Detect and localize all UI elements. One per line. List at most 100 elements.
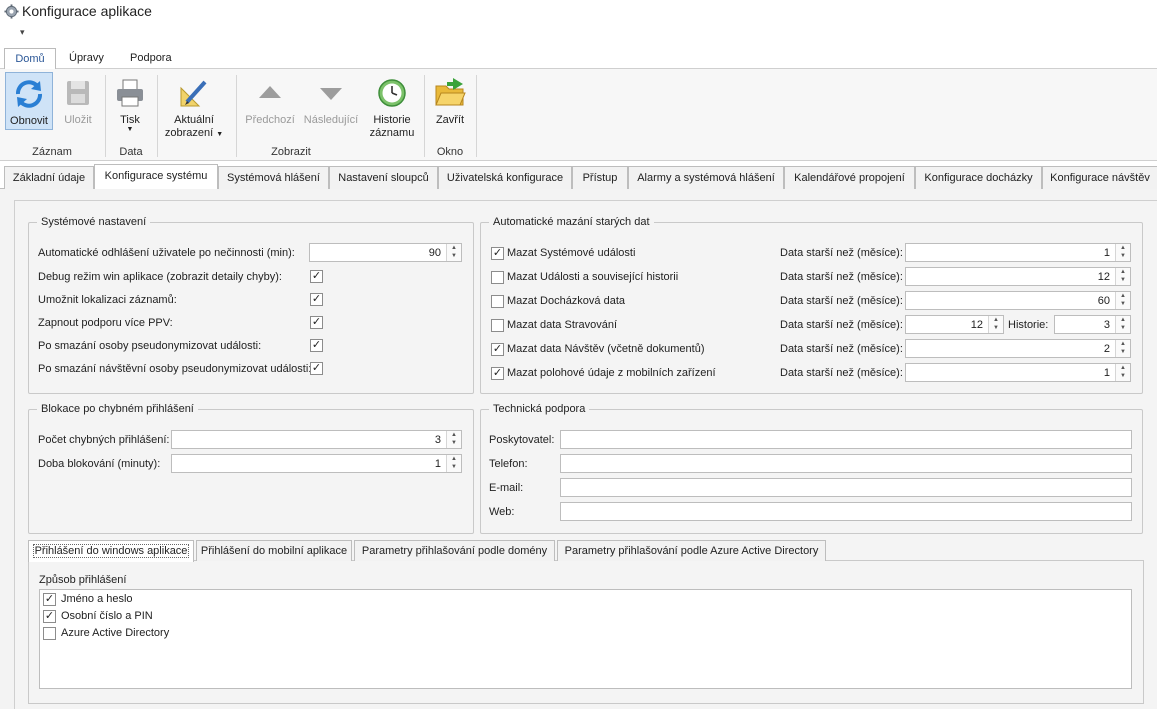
chevron-down-icon: ▼ xyxy=(126,126,134,133)
refresh-button[interactable]: Obnovit xyxy=(5,72,53,130)
print-button[interactable]: Tisk ▼ xyxy=(110,72,150,140)
pseudonymize-person-checkbox[interactable]: ✓ xyxy=(310,339,323,352)
delete-events-history-months[interactable]: 12 ▲ ▼ xyxy=(905,267,1131,286)
failed-attempts-stepper[interactable]: 3 ▲ ▼ xyxy=(171,430,462,449)
tab-mobile-login[interactable]: Přihlášení do mobilní aplikace xyxy=(196,540,352,561)
login-method-label: Způsob přihlášení xyxy=(39,574,127,586)
previous-button[interactable]: Předchozí xyxy=(243,72,297,130)
tab-column-settings[interactable]: Nastavení sloupců xyxy=(329,166,438,189)
spin-down-icon[interactable]: ▼ xyxy=(1116,300,1130,308)
pseudonymize-visitor-checkbox[interactable]: ✓ xyxy=(310,362,323,375)
spin-up-icon[interactable]: ▲ xyxy=(1116,364,1130,372)
provider-field[interactable] xyxy=(560,430,1132,449)
spin-down-icon[interactable]: ▼ xyxy=(1116,252,1130,260)
next-button[interactable]: Následující xyxy=(302,72,360,130)
delete-catering-checkbox[interactable] xyxy=(491,319,504,332)
tab-calendar[interactable]: Kalendářové propojení xyxy=(784,166,915,189)
close-button[interactable]: Zavřít xyxy=(430,72,470,130)
close-label: Zavřít xyxy=(435,114,465,126)
group-separator xyxy=(476,75,477,157)
spin-down-icon[interactable]: ▼ xyxy=(1116,372,1130,380)
spin-buttons[interactable]: ▲ ▼ xyxy=(446,455,461,472)
spin-down-icon[interactable]: ▼ xyxy=(989,324,1003,332)
spin-buttons[interactable]: ▲ ▼ xyxy=(1115,364,1130,381)
spin-buttons[interactable]: ▲ ▼ xyxy=(1115,316,1130,333)
method-name-password-checkbox[interactable]: ✓ xyxy=(43,593,56,606)
current-view-label-line1: Aktuální xyxy=(174,114,214,126)
method-pin-checkbox[interactable]: ✓ xyxy=(43,610,56,623)
delete-attendance-label: Mazat Docházková data xyxy=(507,295,626,307)
spin-down-icon[interactable]: ▼ xyxy=(447,463,461,471)
ribbon-tab-home[interactable]: Domů xyxy=(4,48,56,69)
spin-down-icon[interactable]: ▼ xyxy=(1116,348,1130,356)
method-azure-checkbox[interactable] xyxy=(43,627,56,640)
localization-checkbox[interactable]: ✓ xyxy=(310,293,323,306)
spin-down-icon[interactable]: ▼ xyxy=(1116,324,1130,332)
spin-buttons[interactable]: ▲ ▼ xyxy=(1115,268,1130,285)
spin-up-icon[interactable]: ▲ xyxy=(1116,268,1130,276)
delete-attendance-checkbox[interactable] xyxy=(491,295,504,308)
spin-up-icon[interactable]: ▲ xyxy=(447,431,461,439)
record-history-button[interactable]: Historie záznamu xyxy=(366,72,418,144)
history-clock-icon xyxy=(378,79,406,107)
record-history-label: Historie záznamu xyxy=(366,114,418,140)
spin-buttons[interactable]: ▲ ▼ xyxy=(1115,340,1130,357)
tab-windows-login[interactable]: Přihlášení do windows aplikace xyxy=(28,540,194,562)
spin-up-icon[interactable]: ▲ xyxy=(989,316,1003,324)
multi-ppv-checkbox[interactable]: ✓ xyxy=(310,316,323,329)
delete-attendance-months[interactable]: 60 ▲ ▼ xyxy=(905,291,1131,310)
delete-system-events-months[interactable]: 1 ▲ ▼ xyxy=(905,243,1131,262)
tab-visits-config[interactable]: Konfigurace návštěv xyxy=(1042,166,1157,189)
refresh-label: Obnovit xyxy=(10,115,48,127)
delete-events-history-checkbox[interactable] xyxy=(491,271,504,284)
tab-alarms[interactable]: Alarmy a systémová hlášení xyxy=(628,166,784,189)
tab-user-config[interactable]: Uživatelská konfigurace xyxy=(438,166,572,189)
tab-azure-login[interactable]: Parametry přihlašování podle Azure Activ… xyxy=(557,540,826,561)
tab-system-config[interactable]: Konfigurace systému xyxy=(94,164,218,189)
delete-visits-checkbox[interactable]: ✓ xyxy=(491,343,504,356)
email-field[interactable] xyxy=(560,478,1132,497)
save-button[interactable]: Uložit xyxy=(58,72,98,130)
tab-access[interactable]: Přístup xyxy=(572,166,628,189)
chevron-down-icon: ▼ xyxy=(216,131,224,138)
older-than-label: Data starší než (měsíce): xyxy=(780,367,903,379)
ribbon-tab-edit[interactable]: Úpravy xyxy=(59,48,114,69)
tab-attendance-config[interactable]: Konfigurace docházky xyxy=(915,166,1042,189)
quick-access-toolbar-dropdown[interactable]: ▾ xyxy=(20,27,25,38)
spin-down-icon[interactable]: ▼ xyxy=(1116,276,1130,284)
lockout-duration-label: Doba blokování (minuty): xyxy=(38,458,161,470)
phone-field[interactable] xyxy=(560,454,1132,473)
delete-location-checkbox[interactable]: ✓ xyxy=(491,367,504,380)
web-field[interactable] xyxy=(560,502,1132,521)
spin-up-icon[interactable]: ▲ xyxy=(447,244,461,252)
current-view-button[interactable]: Aktuální zobrazení ▼ xyxy=(163,72,225,140)
lockout-duration-stepper[interactable]: 1 ▲ ▼ xyxy=(171,454,462,473)
ribbon-tab-support[interactable]: Podpora xyxy=(120,48,182,69)
tab-domain-login[interactable]: Parametry přihlašování podle domény xyxy=(354,540,555,561)
delete-catering-history[interactable]: 3 ▲ ▼ xyxy=(1054,315,1131,334)
spin-down-icon[interactable]: ▼ xyxy=(447,252,461,260)
spin-up-icon[interactable]: ▲ xyxy=(1116,292,1130,300)
spin-buttons[interactable]: ▲ ▼ xyxy=(1115,292,1130,309)
method-name-password-label: Jméno a heslo xyxy=(61,593,133,605)
delete-visits-months[interactable]: 2 ▲ ▼ xyxy=(905,339,1131,358)
spin-buttons[interactable]: ▲ ▼ xyxy=(446,431,461,448)
spin-up-icon[interactable]: ▲ xyxy=(1116,340,1130,348)
tab-basic-info[interactable]: Základní údaje xyxy=(4,166,94,189)
spin-buttons[interactable]: ▲ ▼ xyxy=(988,316,1003,333)
months-value: 12 xyxy=(970,319,983,331)
debug-mode-checkbox[interactable]: ✓ xyxy=(310,270,323,283)
delete-catering-months[interactable]: 12 ▲ ▼ xyxy=(905,315,1004,334)
tab-system-messages[interactable]: Systémová hlášení xyxy=(218,166,329,189)
refresh-icon xyxy=(16,80,42,108)
delete-system-events-checkbox[interactable]: ✓ xyxy=(491,247,504,260)
spin-up-icon[interactable]: ▲ xyxy=(1116,316,1130,324)
auto-logout-stepper[interactable]: 90 ▲ ▼ xyxy=(309,243,462,262)
spin-buttons[interactable]: ▲ ▼ xyxy=(446,244,461,261)
spin-up-icon[interactable]: ▲ xyxy=(447,455,461,463)
spin-down-icon[interactable]: ▼ xyxy=(447,439,461,447)
spin-buttons[interactable]: ▲ ▼ xyxy=(1115,244,1130,261)
system-settings-title: Systémové nastavení xyxy=(37,216,151,228)
delete-location-months[interactable]: 1 ▲ ▼ xyxy=(905,363,1131,382)
spin-up-icon[interactable]: ▲ xyxy=(1116,244,1130,252)
